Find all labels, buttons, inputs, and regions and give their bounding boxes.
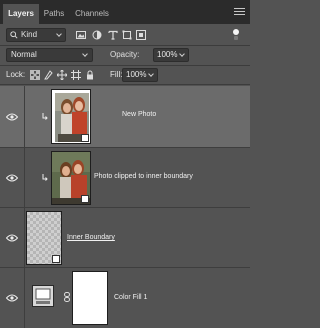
blend-mode-select[interactable]: Normal <box>6 48 93 62</box>
filter-bar: Kind <box>0 27 250 45</box>
clipping-mask-arrow-icon <box>42 174 48 181</box>
type-filter-icon[interactable] <box>108 30 118 40</box>
filter-kind-select[interactable]: Kind <box>6 28 66 42</box>
blend-mode-value: Normal <box>11 50 37 59</box>
chevron-down-icon <box>179 51 185 57</box>
chevron-down-icon <box>56 31 62 37</box>
link-icon[interactable] <box>64 292 70 302</box>
layer-row[interactable]: Photo clipped to inner boundary <box>0 148 250 208</box>
fill-value: 100% <box>126 70 147 79</box>
opacity-label: Opacity: <box>110 50 140 59</box>
tab-channels[interactable]: Channels <box>69 4 115 24</box>
lock-artboard-icon[interactable] <box>71 70 81 80</box>
panel-tab-bar: Layers Paths Channels <box>0 0 250 24</box>
layer-row[interactable]: New Photo <box>0 86 250 148</box>
divider <box>0 84 250 85</box>
lock-label: Lock: <box>6 70 26 79</box>
blend-bar: Normal Opacity: 100% <box>0 48 250 64</box>
divider <box>0 45 250 46</box>
lock-transparent-icon[interactable] <box>30 70 40 80</box>
eye-icon[interactable] <box>6 174 18 182</box>
lock-image-icon[interactable] <box>44 70 54 80</box>
eye-icon[interactable] <box>6 113 18 121</box>
eye-icon[interactable] <box>6 294 18 302</box>
fill-field[interactable]: 100% <box>122 68 158 82</box>
smart-object-badge-icon <box>52 255 60 263</box>
filter-toggle[interactable] <box>232 29 240 41</box>
shape-filter-icon[interactable] <box>122 30 132 40</box>
smart-object-badge-icon <box>81 195 89 203</box>
layer-row[interactable]: Color Fill 1 <box>0 268 250 328</box>
layer-name: Color Fill 1 <box>114 294 148 301</box>
panel-menu-icon[interactable] <box>234 8 245 17</box>
layer-row[interactable]: Inner Boundary <box>0 208 250 268</box>
smart-object-filter-icon[interactable] <box>136 30 146 40</box>
adjustment-filter-icon[interactable] <box>92 30 102 40</box>
layer-thumbnail-photo <box>51 89 91 144</box>
smart-object-badge-icon <box>81 134 89 142</box>
opacity-field[interactable]: 100% <box>153 48 189 62</box>
layer-thumbnail-photo <box>51 151 91 205</box>
chevron-down-icon <box>82 51 88 57</box>
filter-kind-label: Kind <box>21 30 38 39</box>
tab-layers[interactable]: Layers <box>3 4 39 24</box>
layer-name: Inner Boundary <box>67 234 115 241</box>
lock-all-icon[interactable] <box>85 70 95 80</box>
eye-icon[interactable] <box>6 234 18 242</box>
fill-label: Fill: <box>110 70 123 79</box>
divider <box>0 65 250 66</box>
layers-list: New Photo Photo clipped to inner boundar… <box>0 86 250 328</box>
layer-name: New Photo <box>122 111 157 118</box>
lock-position-icon[interactable] <box>57 70 67 80</box>
opacity-value: 100% <box>157 50 178 59</box>
chevron-down-icon <box>148 71 154 77</box>
clipping-mask-arrow-icon <box>42 113 48 120</box>
fill-layer-icon[interactable] <box>32 285 54 307</box>
layer-name: Photo clipped to inner boundary <box>94 173 193 180</box>
layer-mask-thumbnail <box>72 271 108 325</box>
tab-paths[interactable]: Paths <box>39 4 69 24</box>
layer-thumbnail-transparent <box>26 211 62 265</box>
image-filter-icon[interactable] <box>76 30 86 40</box>
search-icon <box>10 31 18 39</box>
lock-bar: Lock: Fill: 100% <box>0 68 250 84</box>
